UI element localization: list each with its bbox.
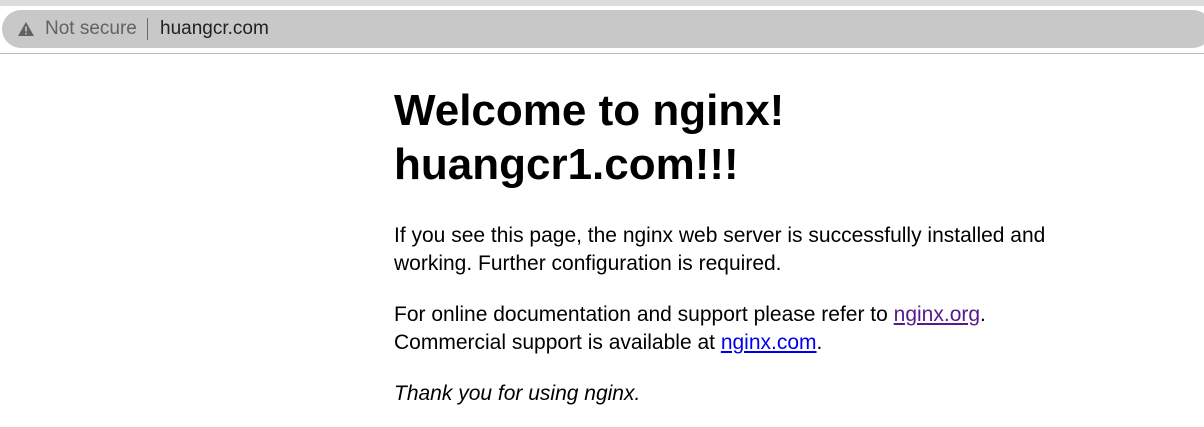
address-bar[interactable]: Not secure huangcr.com <box>2 10 1204 48</box>
toolbar-divider <box>0 53 1204 54</box>
page-content: Welcome to nginx! huangcr1.com!!! If you… <box>394 84 1114 408</box>
url-text[interactable]: huangcr.com <box>160 18 269 40</box>
docs-text: For online documentation and support ple… <box>394 303 894 326</box>
support-text: Commercial support is available at <box>394 331 721 354</box>
security-status-label[interactable]: Not secure <box>45 18 137 40</box>
browser-toolbar: Not secure huangcr.com <box>0 0 1204 54</box>
page-title: Welcome to nginx! huangcr1.com!!! <box>394 84 1114 192</box>
thanks-text: Thank you for using nginx. <box>394 382 641 405</box>
warning-icon[interactable] <box>18 22 34 36</box>
nginx-org-link[interactable]: nginx.org <box>894 303 980 326</box>
support-period: . <box>816 331 823 354</box>
nginx-com-link[interactable]: nginx.com <box>721 331 817 354</box>
docs-period: . <box>980 303 986 326</box>
tab-strip-edge <box>0 0 1204 6</box>
page-title-line2: huangcr1.com!!! <box>394 140 739 189</box>
docs-paragraph: For online documentation and support ple… <box>394 301 1114 357</box>
page-title-line1: Welcome to nginx! <box>394 86 785 135</box>
address-separator <box>147 18 148 40</box>
intro-paragraph: If you see this page, the nginx web serv… <box>394 224 1046 275</box>
